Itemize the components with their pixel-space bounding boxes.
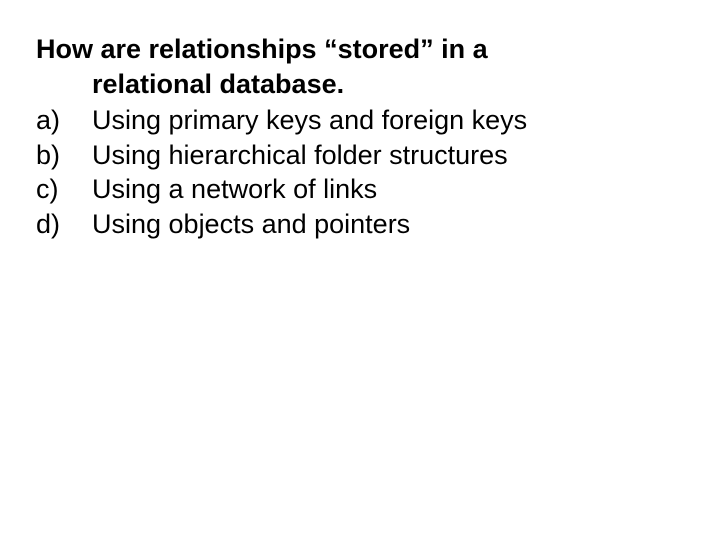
question-text: How are relationships “stored” in a rela… (36, 32, 684, 101)
question-line-1: How are relationships “stored” in a (36, 32, 684, 67)
option-text: Using a network of links (92, 172, 684, 207)
options-list: a) Using primary keys and foreign keys b… (36, 103, 684, 241)
option-b: b) Using hierarchical folder structures (36, 138, 684, 173)
option-label: c) (36, 172, 92, 207)
option-text: Using objects and pointers (92, 207, 684, 242)
option-a: a) Using primary keys and foreign keys (36, 103, 684, 138)
option-text: Using primary keys and foreign keys (92, 103, 684, 138)
option-label: b) (36, 138, 92, 173)
question-line-2: relational database. (36, 67, 684, 102)
option-text: Using hierarchical folder structures (92, 138, 684, 173)
slide: How are relationships “stored” in a rela… (0, 0, 720, 241)
option-label: a) (36, 103, 92, 138)
option-c: c) Using a network of links (36, 172, 684, 207)
option-label: d) (36, 207, 92, 242)
option-d: d) Using objects and pointers (36, 207, 684, 242)
